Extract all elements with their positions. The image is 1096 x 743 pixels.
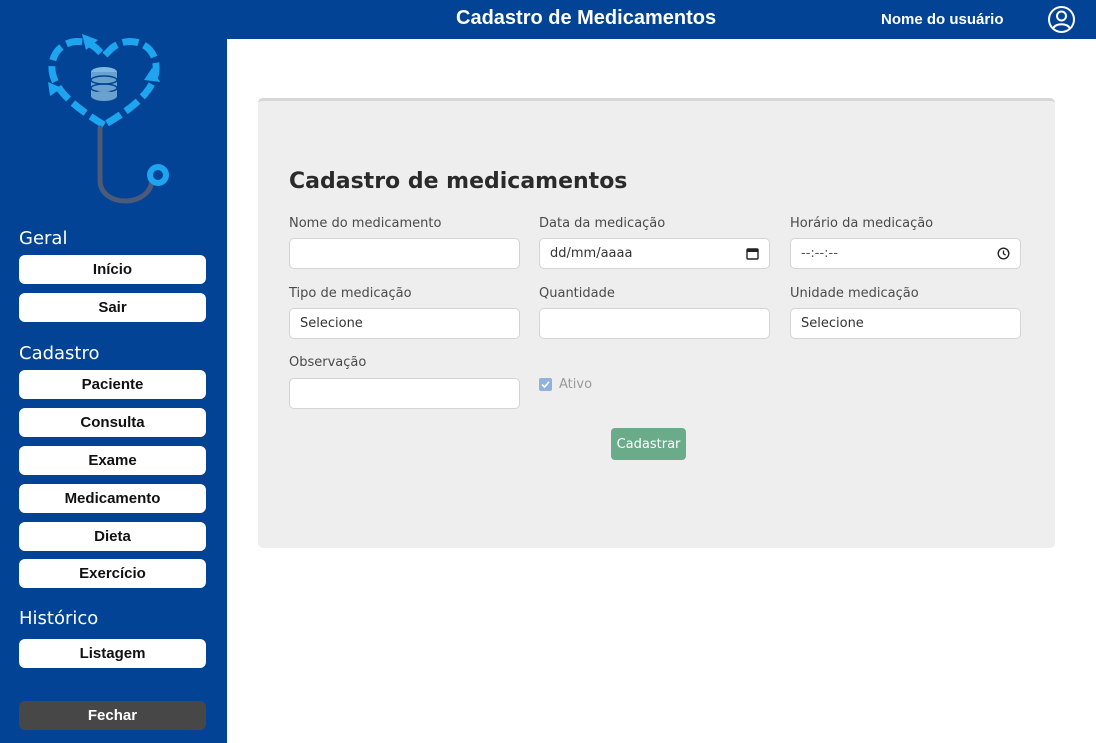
tipo-select[interactable]: Selecione	[289, 308, 520, 339]
sidebar: Geral Início Sair Cadastro Paciente Cons…	[0, 0, 227, 743]
horario-placeholder: --:--:--	[801, 246, 838, 261]
nome-label: Nome do medicamento	[289, 216, 442, 231]
ativo-checkbox-wrap[interactable]: Ativo	[539, 377, 592, 392]
ativo-checkbox[interactable]	[539, 378, 552, 391]
stethoscope-heart-database-icon	[40, 30, 180, 210]
tipo-label: Tipo de medicação	[289, 286, 412, 301]
observacao-label: Observação	[289, 355, 367, 370]
sidebar-item-sair[interactable]: Sair	[19, 293, 206, 322]
sidebar-item-paciente[interactable]: Paciente	[19, 370, 206, 399]
sidebar-item-inicio[interactable]: Início	[19, 255, 206, 284]
unidade-label: Unidade medicação	[790, 286, 919, 301]
sidebar-item-medicamento[interactable]: Medicamento	[19, 484, 206, 513]
sidebar-item-dieta[interactable]: Dieta	[19, 522, 206, 551]
medication-form-card: Cadastro de medicamentos Nome do medicam…	[258, 98, 1055, 548]
unidade-select[interactable]: Selecione	[790, 308, 1021, 339]
sidebar-section-historico: Histórico	[19, 608, 99, 629]
page-title: Cadastro de Medicamentos	[456, 7, 717, 29]
sidebar-section-cadastro: Cadastro	[19, 343, 100, 364]
data-label: Data da medicação	[539, 216, 666, 231]
sidebar-item-listagem[interactable]: Listagem	[19, 639, 206, 668]
top-header: Cadastro de Medicamentos Nome do usuário	[227, 0, 1096, 39]
form-title: Cadastro de medicamentos	[289, 169, 628, 194]
sidebar-item-exercicio[interactable]: Exercício	[19, 559, 206, 588]
data-input[interactable]: dd/mm/aaaa	[539, 238, 770, 269]
observacao-input[interactable]	[289, 378, 520, 409]
ativo-label: Ativo	[559, 377, 593, 392]
horario-label: Horário da medicação	[790, 216, 934, 231]
cadastrar-button[interactable]: Cadastrar	[611, 428, 686, 460]
horario-input[interactable]: --:--:--	[790, 238, 1021, 269]
clock-icon[interactable]	[997, 247, 1010, 260]
sidebar-item-exame[interactable]: Exame	[19, 446, 206, 475]
quantidade-label: Quantidade	[539, 286, 615, 301]
user-circle-icon[interactable]	[1047, 5, 1076, 34]
sidebar-item-consulta[interactable]: Consulta	[19, 408, 206, 437]
quantidade-input[interactable]	[539, 308, 770, 339]
nome-input[interactable]	[289, 238, 520, 269]
data-placeholder: dd/mm/aaaa	[550, 246, 633, 261]
user-name[interactable]: Nome do usuário	[881, 11, 1004, 28]
sidebar-section-geral: Geral	[19, 228, 68, 249]
app-root: Geral Início Sair Cadastro Paciente Cons…	[0, 0, 1096, 743]
calendar-icon[interactable]	[746, 247, 759, 260]
close-button[interactable]: Fechar	[19, 701, 206, 730]
